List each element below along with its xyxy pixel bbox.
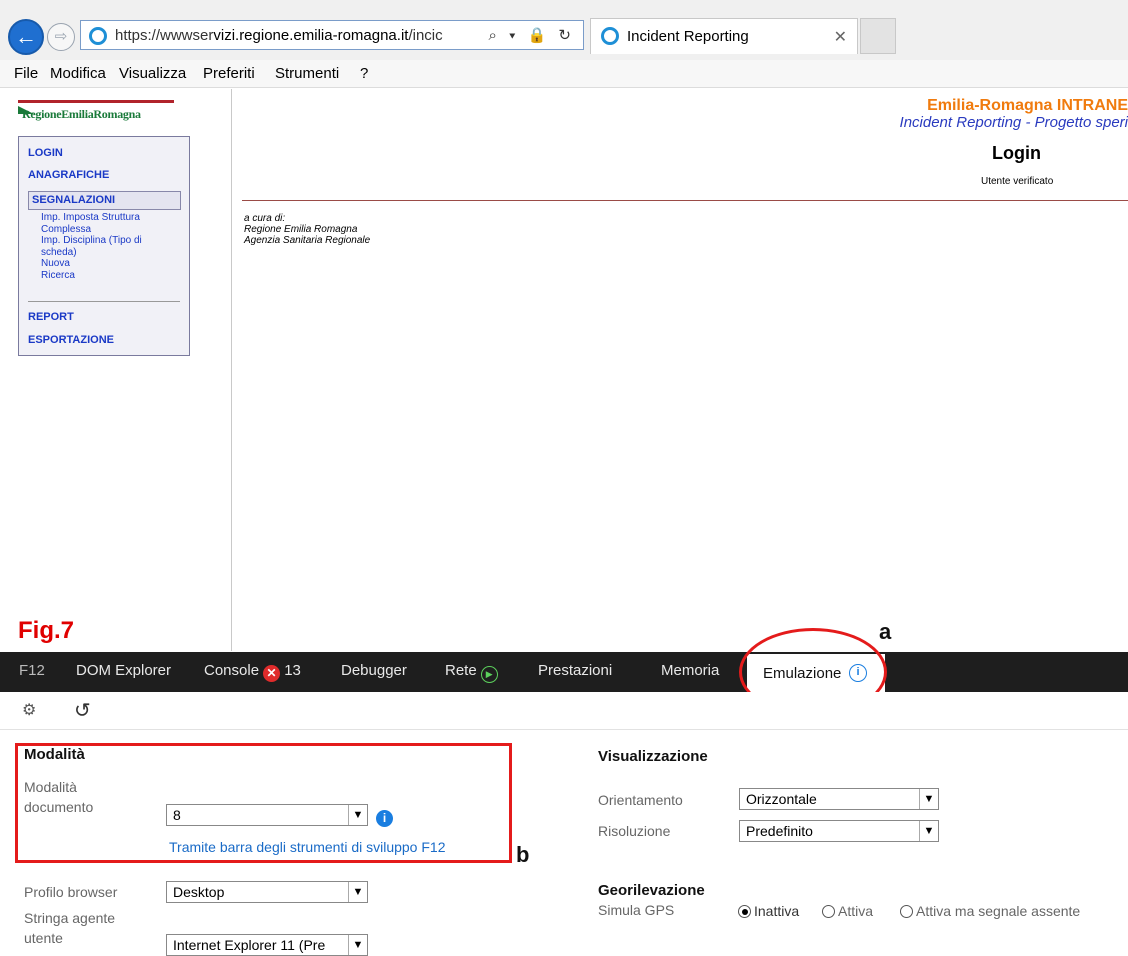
tab-title: Incident Reporting bbox=[627, 28, 749, 45]
settings-icon[interactable]: ⚙ bbox=[22, 700, 36, 720]
address-bar[interactable]: https://wwwservizi.regione.emilia-romagn… bbox=[80, 20, 584, 50]
subnav-scheda[interactable]: scheda) bbox=[41, 247, 181, 259]
left-nav: LOGIN ANAGRAFICHE SEGNALAZIONI Imp. Impo… bbox=[18, 136, 190, 356]
orientation-select[interactable]: Orizzontale ▼ bbox=[739, 788, 939, 810]
menu-modifica[interactable]: Modifica bbox=[50, 65, 106, 82]
tab-rete[interactable]: Rete ▶ bbox=[445, 662, 498, 683]
chevron-down-icon: ▼ bbox=[919, 821, 938, 841]
address-controls[interactable]: ⌕ ▾ 🔒 ↻ bbox=[489, 26, 575, 44]
page-viewport: RegioneEmiliaRomagna LOGIN ANAGRAFICHE S… bbox=[0, 89, 1128, 651]
regione-logo: RegioneEmiliaRomagna bbox=[18, 100, 174, 124]
annotation-a: a bbox=[879, 619, 892, 644]
user-agent-select[interactable]: Internet Explorer 11 (Pre ▼ bbox=[166, 934, 368, 956]
tab-console[interactable]: Console ✕ 13 bbox=[204, 662, 301, 682]
header-subtitle: Incident Reporting - Progetto speri bbox=[899, 114, 1128, 131]
ie-logo-icon bbox=[601, 27, 619, 45]
nav-login[interactable]: LOGIN bbox=[28, 147, 63, 159]
user-agent-label: Stringa agente utente bbox=[24, 910, 116, 946]
menu-bar: File Modifica Visualizza Preferiti Strum… bbox=[0, 60, 1128, 88]
radio-selected-icon bbox=[738, 905, 751, 918]
chevron-down-icon: ▼ bbox=[919, 789, 938, 809]
radio-icon bbox=[900, 905, 913, 918]
gps-radio-segnale-assente[interactable]: Attiva ma segnale assente bbox=[900, 903, 1080, 919]
emulation-panel: Modalità Modalità documento 8 ▼ i Tramit… bbox=[0, 731, 1128, 956]
console-error-count: 13 bbox=[284, 662, 301, 679]
browser-profile-select[interactable]: Desktop ▼ bbox=[166, 881, 368, 903]
subnav-imp-disciplina[interactable]: Imp. Disciplina (Tipo di bbox=[41, 235, 181, 247]
tab-prestazioni[interactable]: Prestazioni bbox=[538, 662, 612, 679]
figure-label: Fig.7 bbox=[18, 617, 75, 644]
menu-strumenti[interactable]: Strumenti bbox=[275, 65, 339, 82]
browser-profile-label: Profilo browser bbox=[24, 884, 118, 900]
left-column: RegioneEmiliaRomagna LOGIN ANAGRAFICHE S… bbox=[0, 89, 232, 651]
devtools-toolbar: ⚙ ↺ bbox=[0, 692, 1128, 730]
gps-label: Simula GPS bbox=[598, 902, 675, 918]
georilevazione-title: Georilevazione bbox=[598, 882, 705, 899]
gps-radio-inattiva[interactable]: Inattiva bbox=[738, 903, 799, 919]
tab-dom-explorer[interactable]: DOM Explorer bbox=[76, 662, 171, 679]
nav-segnalazioni[interactable]: SEGNALAZIONI bbox=[28, 191, 181, 210]
main-content: Emilia-Romagna INTRANE Incident Reportin… bbox=[232, 89, 1128, 651]
chevron-down-icon: ▼ bbox=[348, 935, 367, 955]
visualizzazione-title: Visualizzazione bbox=[598, 748, 708, 765]
subnav: Imp. Imposta Struttura Complessa Imp. Di… bbox=[28, 212, 181, 302]
reset-icon[interactable]: ↺ bbox=[74, 698, 91, 723]
nav-report[interactable]: REPORT bbox=[28, 311, 74, 323]
subnav-imposta-struttura[interactable]: Imp. Imposta Struttura bbox=[41, 212, 181, 224]
tab-memoria[interactable]: Memoria bbox=[661, 662, 719, 679]
chevron-down-icon: ▼ bbox=[348, 882, 367, 902]
error-icon: ✕ bbox=[263, 665, 281, 682]
menu-file[interactable]: File bbox=[14, 65, 38, 82]
menu-preferiti[interactable]: Preferiti bbox=[203, 65, 255, 82]
forward-arrow-icon[interactable]: ⇨ bbox=[47, 23, 75, 51]
nav-esportazione[interactable]: ESPORTAZIONE bbox=[28, 334, 114, 346]
radio-icon bbox=[822, 905, 835, 918]
orientation-label: Orientamento bbox=[598, 792, 683, 808]
browser-tab[interactable]: Incident Reporting ✕ bbox=[590, 18, 858, 54]
ie-logo-icon bbox=[89, 27, 107, 45]
devtools-tab-bar: F12 DOM Explorer Console ✕ 13 Debugger Re… bbox=[0, 652, 1128, 692]
close-tab-icon[interactable]: ✕ bbox=[834, 27, 847, 47]
subnav-complessa[interactable]: Complessa bbox=[41, 224, 181, 236]
annotation-box bbox=[15, 743, 512, 863]
verified-status: Utente verificato bbox=[981, 176, 1054, 187]
menu-visualizza[interactable]: Visualizza bbox=[119, 65, 186, 82]
resolution-select[interactable]: Predefinito ▼ bbox=[739, 820, 939, 842]
gps-radio-attiva[interactable]: Attiva bbox=[822, 903, 873, 919]
new-tab-button[interactable] bbox=[860, 18, 896, 54]
subnav-ricerca[interactable]: Ricerca bbox=[41, 270, 181, 282]
nav-segnalazioni-label: SEGNALAZIONI bbox=[32, 194, 116, 206]
back-arrow-icon[interactable]: ← bbox=[8, 19, 44, 55]
header-title: Emilia-Romagna INTRANE bbox=[927, 97, 1128, 114]
annotation-b: b bbox=[516, 842, 530, 867]
browser-chrome: ← ⇨ https://wwwservizi.regione.emilia-ro… bbox=[0, 0, 1128, 60]
resolution-label: Risoluzione bbox=[598, 823, 671, 839]
address-url[interactable]: https://wwwservizi.regione.emilia-romagn… bbox=[115, 27, 443, 44]
play-icon: ▶ bbox=[480, 666, 498, 683]
tab-debugger[interactable]: Debugger bbox=[341, 662, 407, 679]
divider bbox=[242, 200, 1128, 201]
tab-f12[interactable]: F12 bbox=[19, 662, 45, 679]
page-title: Login bbox=[992, 143, 1041, 163]
nav-anagrafiche[interactable]: ANAGRAFICHE bbox=[28, 169, 109, 181]
credits: a cura di: Regione Emilia Romagna Agenzi… bbox=[244, 213, 371, 246]
menu-help[interactable]: ? bbox=[360, 65, 368, 82]
subnav-nuova[interactable]: Nuova bbox=[41, 258, 181, 270]
